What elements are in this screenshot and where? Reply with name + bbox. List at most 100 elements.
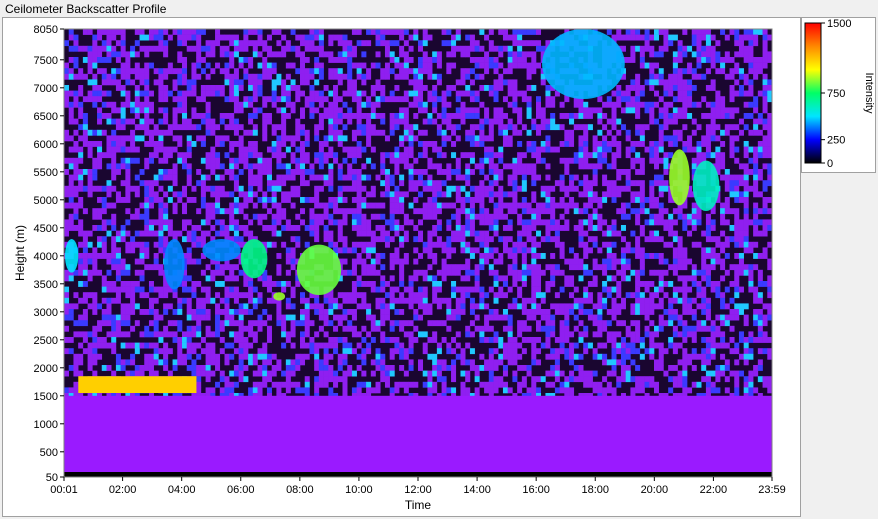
noise-cell [134, 51, 140, 58]
noise-cell [144, 96, 150, 103]
noise-cell [460, 185, 466, 192]
noise-cell [715, 258, 721, 265]
noise-cell [167, 230, 173, 237]
noise-cell [564, 135, 570, 142]
noise-cell [696, 286, 702, 293]
noise-cell [611, 225, 617, 231]
noise-cell [418, 180, 424, 187]
noise-cell [715, 146, 721, 153]
noise-cell [597, 163, 603, 170]
noise-cell [243, 68, 249, 75]
noise-cell [488, 135, 494, 142]
noise-cell [682, 297, 688, 304]
noise-cell [658, 275, 664, 282]
noise-cell [705, 325, 711, 332]
noise-cell [729, 135, 735, 142]
noise-cell [611, 101, 617, 108]
noise-cell [512, 40, 518, 47]
noise-cell [413, 309, 419, 315]
noise-cell [182, 113, 188, 119]
noise-cell [125, 163, 131, 170]
noise-cell [205, 331, 211, 338]
noise-cell [743, 180, 749, 187]
noise-cell [682, 51, 688, 58]
noise-cell [408, 348, 414, 355]
noise-cell [252, 152, 258, 159]
noise-cell [309, 303, 315, 310]
noise-cell [257, 320, 263, 327]
noise-cell [271, 241, 277, 248]
noise-cell [266, 45, 272, 52]
noise-cell [276, 309, 282, 315]
noise-cell [701, 45, 707, 52]
noise-cell [130, 141, 136, 147]
noise-cell [366, 225, 372, 231]
noise-cell [295, 169, 301, 175]
noise-cell [87, 359, 93, 366]
noise-cell [342, 359, 348, 366]
noise-cell [337, 174, 343, 181]
noise-cell [479, 163, 485, 170]
noise-cell [304, 68, 310, 75]
noise-cell [248, 197, 254, 203]
noise-cell [200, 135, 206, 142]
noise-cell [748, 353, 754, 360]
noise-cell [658, 174, 664, 181]
noise-cell [493, 348, 499, 355]
noise-cell [691, 348, 697, 355]
noise-cell [370, 247, 376, 254]
noise-cell [186, 180, 192, 187]
noise-cell [399, 51, 405, 58]
noise-cell [517, 90, 523, 97]
noise-cell [337, 337, 343, 343]
noise-cell [366, 174, 372, 181]
noise-cell [78, 297, 84, 304]
noise-cell [550, 225, 556, 231]
noise-cell [87, 230, 93, 237]
noise-cell [229, 353, 235, 360]
noise-cell [422, 202, 428, 209]
noise-cell [153, 286, 159, 293]
noise-cell [705, 113, 711, 119]
noise-cell [399, 236, 405, 243]
noise-cell [167, 185, 173, 192]
noise-cell [521, 337, 527, 343]
noise-cell [474, 40, 480, 47]
noise-cell [148, 342, 154, 349]
noise-cell [87, 241, 93, 248]
noise-cell [356, 197, 362, 203]
noise-cell [101, 101, 107, 108]
noise-cell [474, 281, 480, 287]
noise-cell [356, 225, 362, 231]
noise-cell [323, 314, 329, 321]
noise-cell [252, 163, 258, 170]
noise-cell [148, 297, 154, 304]
noise-cell [380, 309, 386, 315]
noise-cell [337, 107, 343, 114]
noise-cell [219, 309, 225, 315]
noise-cell [724, 57, 730, 63]
noise-cell [115, 51, 121, 58]
noise-cell [205, 275, 211, 282]
noise-cell [592, 107, 598, 114]
noise-cell [422, 101, 428, 108]
noise-cell [182, 359, 188, 366]
noise-cell [328, 118, 334, 125]
noise-cell [403, 135, 409, 142]
noise-cell [177, 101, 183, 108]
noise-cell [550, 101, 556, 108]
noise-cell [314, 202, 320, 209]
noise-cell [418, 286, 424, 293]
noise-cell [493, 281, 499, 287]
noise-cell [172, 337, 178, 343]
noise-cell [257, 157, 263, 164]
noise-cell [300, 359, 306, 366]
noise-cell [106, 269, 112, 276]
noise-cell [101, 281, 107, 287]
noise-cell [479, 62, 485, 69]
noise-cell [97, 141, 103, 147]
noise-cell [545, 342, 551, 349]
noise-cell [418, 85, 424, 91]
noise-cell [139, 309, 145, 315]
noise-cell [389, 320, 395, 327]
